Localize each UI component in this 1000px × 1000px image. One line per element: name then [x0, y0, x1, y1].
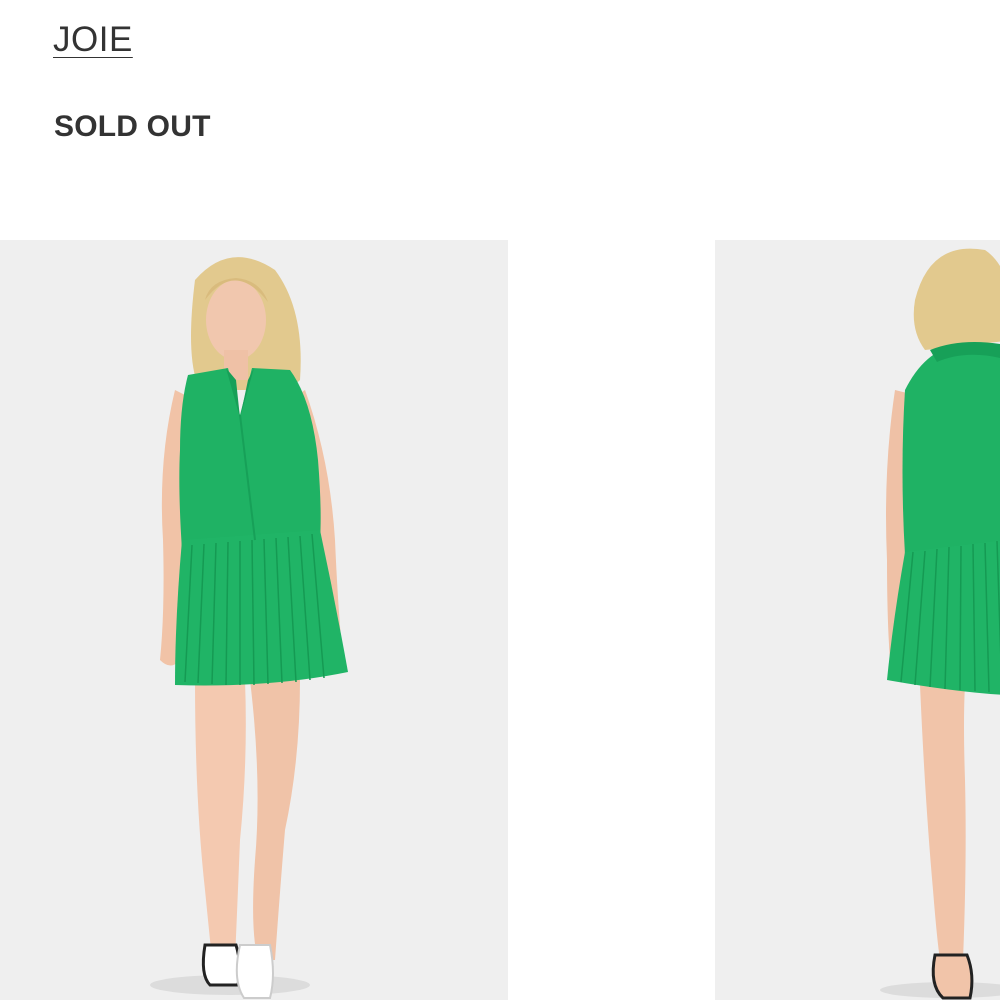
- model-back-illustration: [715, 240, 1000, 1000]
- sold-out-status: SOLD OUT: [54, 110, 211, 143]
- model-front-illustration: [0, 240, 508, 1000]
- product-image-back[interactable]: [715, 240, 1000, 1000]
- product-image-front[interactable]: [0, 240, 508, 1000]
- brand-link[interactable]: JOIE: [53, 20, 133, 60]
